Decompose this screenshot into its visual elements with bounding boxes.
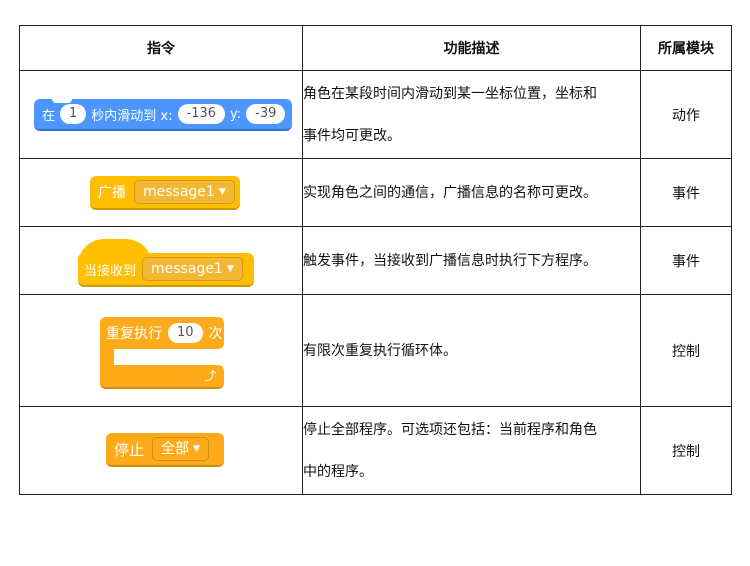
dropdown-value: 全部 bbox=[161, 441, 190, 457]
table-row: 重复执行 10 次 ⤴ 有限次重复执行循环体。 控制 bbox=[19, 294, 732, 407]
broadcast-block[interactable]: 广播 message1 ▼ bbox=[90, 176, 240, 210]
dropdown-value: message1 bbox=[151, 261, 223, 277]
glide-to-xy-block[interactable]: 在 1 秒内滑动到 x: -136 y: -39 bbox=[34, 99, 292, 131]
description-line: 触发事件，当接收到广播信息时执行下方程序。 bbox=[303, 252, 597, 269]
description-line: 有限次重复执行循环体。 bbox=[303, 342, 457, 359]
when-receive-hat-block[interactable]: 当接收到 message1 ▼ bbox=[78, 239, 254, 287]
command-cell: 当接收到 message1 ▼ bbox=[19, 226, 303, 295]
command-table: 指令 功能描述 所属模块 在 1 秒内滑动到 x: -136 y: -39 角色… bbox=[19, 25, 732, 495]
repeat-block[interactable]: 重复执行 10 次 ⤴ bbox=[100, 317, 228, 389]
module-cell: 事件 bbox=[640, 226, 732, 295]
command-cell: 停止 全部 ▼ bbox=[19, 406, 303, 495]
caret-down-icon: ▼ bbox=[193, 444, 200, 454]
description-cell: 角色在某段时间内滑动到某一坐标位置，坐标和 事件均可更改。 bbox=[302, 70, 641, 159]
stop-block[interactable]: 停止 全部 ▼ bbox=[106, 433, 224, 467]
table-row: 当接收到 message1 ▼ 触发事件，当接收到广播信息时执行下方程序。 事件 bbox=[19, 226, 732, 295]
module-cell: 控制 bbox=[640, 294, 732, 407]
description-line: 实现角色之间的通信，广播信息的名称可更改。 bbox=[303, 184, 597, 201]
description-cell: 触发事件，当接收到广播信息时执行下方程序。 bbox=[302, 226, 641, 295]
table-row: 停止 全部 ▼ 停止全部程序。可选项还包括：当前程序和角色 中的程序。 控制 bbox=[19, 406, 732, 495]
caret-down-icon: ▼ bbox=[226, 264, 234, 274]
header-command: 指令 bbox=[19, 25, 303, 71]
block-label: 次 bbox=[208, 326, 223, 342]
block-label: 秒内滑动到 x: bbox=[91, 108, 173, 124]
table-row: 广播 message1 ▼ 实现角色之间的通信，广播信息的名称可更改。 事件 bbox=[19, 158, 732, 227]
command-cell: 在 1 秒内滑动到 x: -136 y: -39 bbox=[19, 70, 303, 159]
command-cell: 重复执行 10 次 ⤴ bbox=[19, 294, 303, 407]
description-cell: 停止全部程序。可选项还包括：当前程序和角色 中的程序。 bbox=[302, 406, 641, 495]
module-cell: 动作 bbox=[640, 70, 732, 159]
dropdown-value: message1 bbox=[143, 184, 215, 200]
block-label: y: bbox=[230, 106, 242, 122]
repeat-footer: ⤴ bbox=[100, 365, 224, 389]
block-notch bbox=[52, 99, 72, 103]
module-cell: 事件 bbox=[640, 158, 732, 227]
caret-down-icon: ▼ bbox=[218, 187, 226, 197]
description-line: 事件均可更改。 bbox=[303, 127, 401, 144]
block-label: 停止 bbox=[114, 440, 145, 459]
stop-option-dropdown[interactable]: 全部 ▼ bbox=[152, 437, 209, 461]
description-cell: 实现角色之间的通信，广播信息的名称可更改。 bbox=[302, 158, 641, 227]
y-input[interactable]: -39 bbox=[246, 104, 286, 124]
description-line: 角色在某段时间内滑动到某一坐标位置，坐标和 bbox=[303, 85, 597, 102]
module-cell: 控制 bbox=[640, 406, 732, 495]
repeat-header: 重复执行 10 次 bbox=[100, 317, 224, 349]
command-cell: 广播 message1 ▼ bbox=[19, 158, 303, 227]
table-header-row: 指令 功能描述 所属模块 bbox=[19, 25, 732, 71]
header-module: 所属模块 bbox=[640, 25, 732, 71]
block-label: 在 bbox=[42, 108, 56, 124]
table-row: 在 1 秒内滑动到 x: -136 y: -39 角色在某段时间内滑动到某一坐标… bbox=[19, 70, 732, 159]
message-dropdown[interactable]: message1 ▼ bbox=[134, 180, 235, 204]
description-line: 停止全部程序。可选项还包括：当前程序和角色 bbox=[303, 421, 597, 438]
description-cell: 有限次重复执行循环体。 bbox=[302, 294, 641, 407]
count-input[interactable]: 10 bbox=[168, 323, 203, 343]
x-input[interactable]: -136 bbox=[177, 104, 226, 124]
secs-input[interactable]: 1 bbox=[60, 104, 87, 124]
hat-body: 当接收到 message1 ▼ bbox=[78, 253, 254, 287]
block-label: 当接收到 bbox=[84, 263, 137, 279]
header-description: 功能描述 bbox=[302, 25, 641, 71]
message-dropdown[interactable]: message1 ▼ bbox=[142, 257, 243, 281]
loop-arrow-icon: ⤴ bbox=[203, 369, 216, 383]
description-line: 中的程序。 bbox=[303, 463, 373, 480]
block-label: 重复执行 bbox=[106, 326, 162, 342]
block-label: 广播 bbox=[98, 185, 126, 201]
